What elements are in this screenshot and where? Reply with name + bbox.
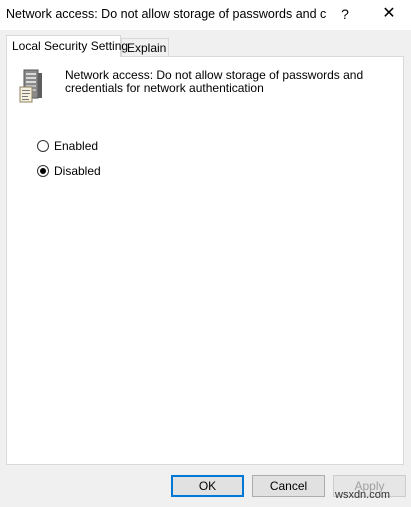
window-title: Network access: Do not allow storage of …	[6, 7, 326, 21]
ok-button[interactable]: OK	[171, 475, 244, 497]
title-bar[interactable]: Network access: Do not allow storage of …	[0, 0, 411, 30]
disabled-radio[interactable]	[37, 165, 49, 177]
enabled-label[interactable]: Enabled	[54, 138, 98, 154]
settings-panel: Network access: Do not allow storage of …	[6, 56, 404, 465]
server-policy-icon	[19, 69, 42, 103]
close-button[interactable]: ✕	[372, 0, 406, 30]
policy-description: Network access: Do not allow storage of …	[65, 68, 364, 95]
watermark-text: wsxdn.com	[335, 489, 391, 501]
cancel-button[interactable]: Cancel	[252, 475, 325, 497]
enabled-radio[interactable]	[37, 140, 49, 152]
help-button[interactable]: ?	[328, 0, 362, 30]
tab-local-security-setting[interactable]: Local Security Setting	[6, 35, 128, 57]
tab-explain[interactable]: Explain	[121, 38, 169, 57]
policy-properties-dialog: Network access: Do not allow storage of …	[0, 0, 411, 507]
disabled-label[interactable]: Disabled	[54, 163, 101, 179]
